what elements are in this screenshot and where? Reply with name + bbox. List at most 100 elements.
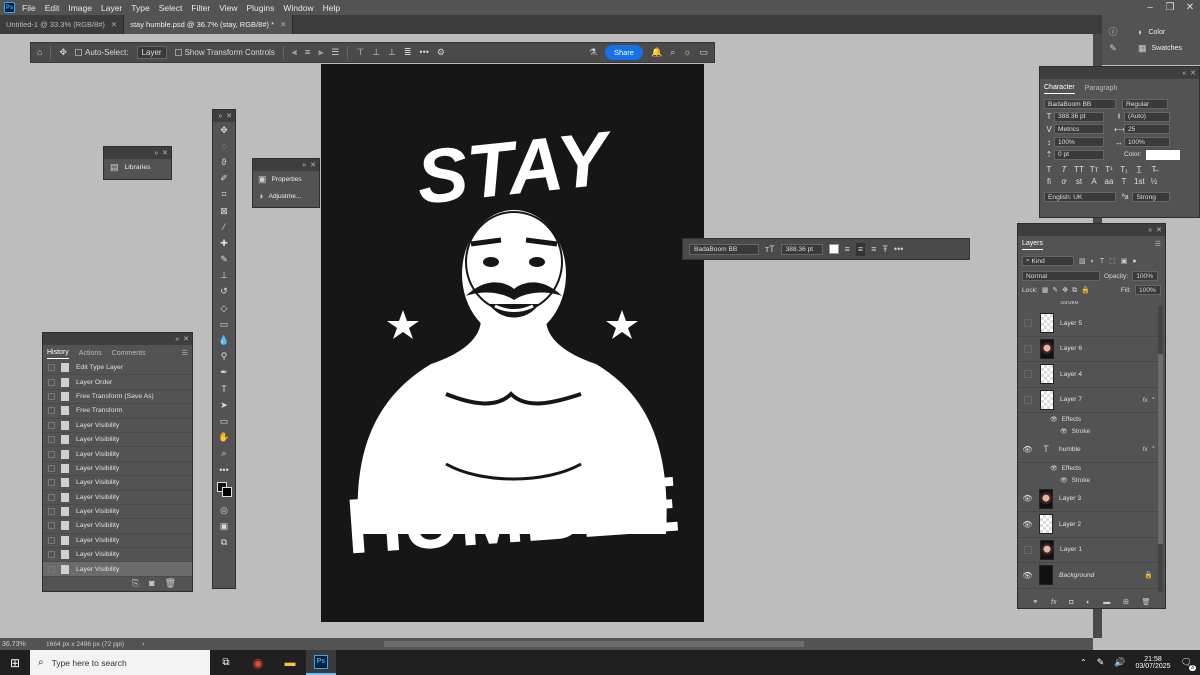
align-top-icon[interactable]: ⊤ xyxy=(356,48,364,57)
subscript-icon[interactable]: T₁ xyxy=(1119,165,1129,174)
brush-icon[interactable]: ✎ xyxy=(1102,43,1124,53)
history-snapshot-checkbox[interactable] xyxy=(48,421,55,429)
align-right-icon[interactable]: ⫸ xyxy=(318,48,323,57)
layer-row[interactable]: Layer 5 xyxy=(1018,311,1165,337)
leading-field[interactable]: (Auto) xyxy=(1124,111,1170,122)
history-snapshot-checkbox[interactable] xyxy=(48,364,55,372)
layer-name[interactable]: Layer 4 xyxy=(1060,371,1082,378)
align-middle-icon[interactable]: ⊥ xyxy=(372,48,380,57)
history-row[interactable]: Free Transform xyxy=(43,404,192,419)
lock-position-icon[interactable]: ✥ xyxy=(1062,287,1068,294)
layer-row[interactable]: 👁 Layer 2 xyxy=(1018,512,1165,538)
lasso-tool-icon[interactable]: ϑ xyxy=(213,154,235,170)
tab-comments[interactable]: Comments xyxy=(112,350,146,359)
collapse-icon[interactable]: » xyxy=(154,150,158,157)
history-snapshot-checkbox[interactable] xyxy=(48,392,55,400)
stylistic-alt-icon[interactable]: A xyxy=(1089,177,1099,186)
color-dock-item[interactable]: ⓘ ◐ Color xyxy=(1102,24,1200,40)
panel-menu-icon[interactable]: ☰ xyxy=(1155,240,1161,250)
history-snapshot-checkbox[interactable] xyxy=(48,378,55,386)
visibility-off-box[interactable] xyxy=(1024,370,1032,379)
tab-history[interactable]: History xyxy=(47,349,69,359)
visibility-off-box[interactable] xyxy=(1024,344,1032,353)
history-row[interactable]: Layer Visibility xyxy=(43,462,192,477)
dodge-tool-icon[interactable]: ⚲ xyxy=(213,349,235,365)
opacity-field[interactable]: 100% xyxy=(1132,271,1159,281)
history-snapshot-checkbox[interactable] xyxy=(48,450,55,458)
tracking-field[interactable]: 25 xyxy=(1124,124,1170,135)
delete-layer-icon[interactable]: 🗑 xyxy=(1142,599,1151,606)
collapse-icon[interactable]: « xyxy=(1182,70,1186,77)
history-brush-tool-icon[interactable]: ↺ xyxy=(213,284,235,300)
frame-tool-icon[interactable]: ⊠ xyxy=(213,203,235,219)
layer-name[interactable]: humble xyxy=(1059,446,1081,453)
tab-paragraph[interactable]: Paragraph xyxy=(1085,85,1118,94)
visibility-off-box[interactable] xyxy=(1024,545,1032,554)
quick-select-tool-icon[interactable]: ✐ xyxy=(213,171,235,187)
menu-file[interactable]: File xyxy=(22,3,36,13)
align-center-text-icon[interactable]: ≡ xyxy=(855,242,866,256)
history-snapshot-checkbox[interactable] xyxy=(48,436,55,444)
layer-name[interactable]: Layer 6 xyxy=(1060,345,1082,352)
lock-all-icon[interactable]: 🔒 xyxy=(1081,287,1090,294)
swatches-dock-item[interactable]: ✎ ▦ Swatches xyxy=(1102,40,1200,56)
windows-start-icon[interactable]: ⊞ xyxy=(0,656,30,670)
clock[interactable]: 21:58 03/07/2025 xyxy=(1136,656,1171,670)
history-row[interactable]: Free Transform (Save As) xyxy=(43,390,192,405)
move-tool-icon[interactable]: ✥ xyxy=(59,48,67,57)
collapse-icon[interactable]: « xyxy=(175,336,179,343)
layer-stroke-effect-row[interactable]: 👁 Stroke xyxy=(1018,475,1165,487)
hand-tool-icon[interactable]: ✋ xyxy=(213,430,235,446)
history-snapshot-checkbox[interactable] xyxy=(48,479,55,487)
align-right-text-icon[interactable]: ≡ xyxy=(871,244,876,254)
collapse-icon[interactable]: » xyxy=(218,113,222,120)
rectangle-tool-icon[interactable]: ▭ xyxy=(213,413,235,429)
vertical-scale-field[interactable]: 100% xyxy=(1054,137,1104,148)
lock-artboard-icon[interactable]: ⧉ xyxy=(1072,287,1077,294)
document-canvas[interactable]: STAY HUMBLE xyxy=(321,64,704,622)
edit-toolbar-icon[interactable]: ••• xyxy=(213,462,235,478)
titling-icon[interactable]: aa xyxy=(1104,177,1114,186)
visibility-off-box[interactable] xyxy=(1024,319,1032,328)
visibility-off-box[interactable] xyxy=(1024,395,1032,404)
layer-row[interactable]: 👁 Thumble fx ⌃ xyxy=(1018,437,1165,463)
photoshop-taskbar-icon[interactable]: Ps xyxy=(306,650,336,675)
layer-effects-icon[interactable]: fx ⌃ xyxy=(1143,396,1156,404)
adjustment-layer-icon[interactable]: ◐ xyxy=(1086,599,1090,606)
clone-stamp-tool-icon[interactable]: ⊥ xyxy=(213,268,235,284)
auto-select-checkbox[interactable]: Auto-Select: xyxy=(74,48,129,57)
layers-scrollbar[interactable] xyxy=(1158,306,1163,592)
chrome-icon[interactable]: ◉ xyxy=(242,656,274,670)
eye-icon[interactable]: 👁 xyxy=(1050,416,1058,423)
layer-row[interactable]: 👁 Background 🔒 xyxy=(1018,563,1165,589)
kerning-field[interactable]: Metrics xyxy=(1054,124,1104,135)
layer-effects-row[interactable]: 👁 Effects xyxy=(1018,413,1165,425)
collapse-icon[interactable]: « xyxy=(1148,227,1152,234)
marquee-tool-icon[interactable]: ◌ xyxy=(213,138,235,154)
artboard-icon[interactable]: ⧉ xyxy=(213,535,235,551)
layer-row[interactable]: Layer 7 fx ⌃ xyxy=(1018,388,1165,413)
align-left-icon[interactable]: ⫷ xyxy=(292,48,297,57)
all-caps-icon[interactable]: TT xyxy=(1074,165,1084,174)
tab-layers[interactable]: Layers xyxy=(1022,240,1044,250)
filter-adjustment-icon[interactable]: ◐ xyxy=(1091,258,1095,265)
healing-brush-tool-icon[interactable]: ✚ xyxy=(213,235,235,251)
move-tool-icon[interactable]: ✥ xyxy=(213,122,235,138)
underline-icon[interactable]: T̲ xyxy=(1134,165,1144,174)
horizontal-scale-field[interactable]: 100% xyxy=(1124,137,1170,148)
fractions-icon[interactable]: 1st xyxy=(1134,177,1145,186)
close-icon[interactable]: ✕ xyxy=(1180,2,1200,13)
doc-tab-stay-humble[interactable]: stay humble.psd @ 36.7% (stay, RGB/8#) *… xyxy=(124,15,294,34)
layer-stroke-effect-row[interactable]: 👁 Stroke xyxy=(1018,425,1165,437)
layers-scroll-thumb[interactable] xyxy=(1158,354,1163,544)
history-snapshot-checkbox[interactable] xyxy=(48,493,55,501)
layer-name[interactable]: Layer 7 xyxy=(1060,396,1082,403)
gradient-tool-icon[interactable]: ▭ xyxy=(213,316,235,332)
layer-name[interactable]: Layer 2 xyxy=(1059,521,1081,528)
layer-name[interactable]: Layer 5 xyxy=(1060,320,1082,327)
lock-transparent-icon[interactable]: ▦ xyxy=(1042,287,1049,294)
menu-plugins[interactable]: Plugins xyxy=(246,3,274,13)
layer-row[interactable]: 👁 Layer 3 xyxy=(1018,487,1165,512)
align-bottom-icon[interactable]: ⊥ xyxy=(388,48,396,57)
history-row[interactable]: Layer Visibility xyxy=(43,534,192,549)
